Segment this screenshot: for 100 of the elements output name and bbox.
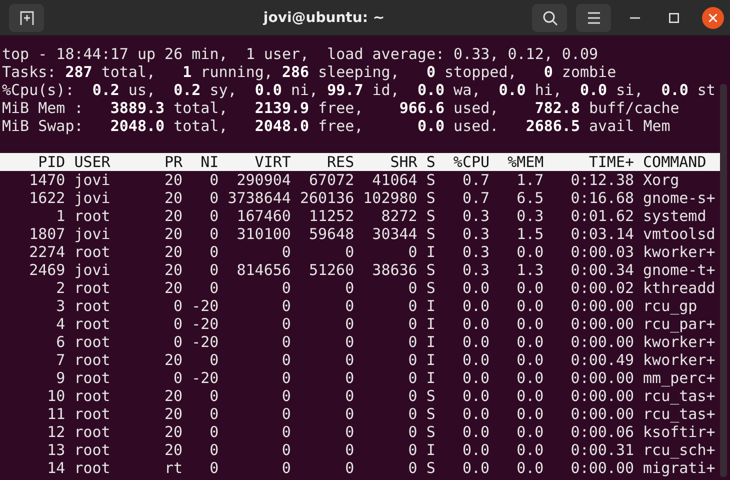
table-cell-text: 0 [344, 279, 354, 297]
new-tab-button[interactable] [9, 4, 44, 32]
table-cell-text: mm_perc+ [642, 369, 716, 387]
table-cell-text: I [425, 369, 436, 387]
table-cell-text: 0.0 [516, 279, 544, 297]
summary-line: top - 18:44:17 up 26 min, 1 user, load average: 0.33, 0.12, 0.09 [2, 45, 600, 63]
column-header: SHR [389, 153, 418, 171]
column-header: COMMAND [642, 153, 708, 171]
table-cell-text: S [425, 261, 436, 279]
table-cell-text: migrati+ [642, 459, 716, 477]
table-cell-text: 0.0 [516, 441, 544, 459]
table-cell-text: 0 [407, 459, 418, 477]
table-cell-text: 0:00.31 [570, 441, 634, 459]
table-cell-text: I [425, 441, 436, 459]
table-cell-text: 1622 [28, 189, 66, 207]
table-cell-text: 20 [164, 387, 183, 405]
table-cell-text: kworker+ [642, 333, 716, 351]
table-cell-text: 0.7 [461, 189, 490, 207]
table-cell-text: 0:00.34 [570, 261, 634, 279]
table-cell-text: 30344 [371, 225, 418, 243]
table-cell-text: 0.0 [461, 441, 490, 459]
table-cell-text: 1.3 [516, 261, 544, 279]
table-cell-text: 0 [280, 351, 291, 369]
table-cell-text: I [425, 351, 436, 369]
table-cell-text: rt [164, 459, 183, 477]
table-cell-text: 0:16.68 [570, 189, 634, 207]
table-cell-text: 8272 [380, 207, 418, 225]
table-cell-text: 0 [407, 333, 418, 351]
table-cell-text: 13 [46, 441, 66, 459]
table-cell-text: 1 [55, 207, 66, 225]
scrollbar[interactable] [720, 84, 727, 477]
table-cell-text: 0 [208, 279, 219, 297]
table-cell-text: 0 [407, 279, 418, 297]
column-header: NI [200, 153, 219, 171]
close-button[interactable] [702, 6, 724, 28]
table-cell-text: 0 [407, 351, 418, 369]
table-cell-text: 0.0 [516, 369, 544, 387]
table-cell-text: 290904 [236, 171, 291, 189]
table-cell-text: 0.0 [516, 333, 544, 351]
table-cell-text: 0:00.00 [570, 315, 634, 333]
search-icon [542, 10, 558, 26]
table-cell-text: 0.0 [461, 279, 490, 297]
table-cell-text: 0 [344, 297, 354, 315]
table-cell-text: 0.0 [461, 315, 490, 333]
table-cell-text: 4 [55, 315, 66, 333]
table-cell-text: 2469 [28, 261, 66, 279]
table-cell-text: 0 [344, 243, 354, 261]
table-cell-text: 0.0 [516, 351, 544, 369]
table-cell-text: root [73, 297, 112, 315]
column-header: TIME+ [588, 153, 634, 171]
table-cell-text: 0.0 [516, 423, 544, 441]
table-cell-text: 0 [208, 189, 219, 207]
table-cell-text: 0.0 [461, 297, 490, 315]
column-header: RES [326, 153, 354, 171]
table-cell-text: 0.3 [461, 207, 490, 225]
table-cell-text: S [425, 405, 436, 423]
table-cell-text: 0 [407, 441, 418, 459]
table-cell-text: S [425, 387, 436, 405]
table-cell-text: 0 [172, 297, 183, 315]
table-cell-text: I [425, 315, 436, 333]
table-cell-text: root [73, 351, 112, 369]
table-cell-text: 20 [164, 261, 183, 279]
table-cell-text: 3 [55, 297, 66, 315]
table-cell-text: 20 [164, 207, 183, 225]
table-cell-text: 0 [280, 387, 291, 405]
table-cell-text: root [73, 315, 112, 333]
table-cell-text: S [425, 459, 436, 477]
table-cell-text: 2 [55, 279, 66, 297]
table-cell-text: 0:00.00 [570, 405, 634, 423]
table-cell-text: 0 [208, 441, 219, 459]
table-cell-text: 0 [280, 333, 291, 351]
table-cell-text: 0 [208, 387, 219, 405]
table-cell-text: -20 [190, 369, 219, 387]
table-cell-text: -20 [190, 315, 219, 333]
table-cell-text: 0 [280, 369, 291, 387]
table-cell-text: 20 [164, 405, 183, 423]
table-cell-text: 0:03.14 [570, 225, 634, 243]
maximize-icon [669, 12, 679, 22]
table-cell-text: 0 [344, 459, 354, 477]
table-cell-text: 0.3 [461, 243, 490, 261]
table-cell-text: 20 [164, 243, 183, 261]
column-header: PR [164, 153, 183, 171]
table-cell-text: 0:00.00 [570, 369, 634, 387]
table-cell-text: 0.0 [516, 459, 544, 477]
search-button[interactable] [532, 4, 567, 32]
menu-button[interactable] [576, 4, 611, 32]
table-cell-text: 41064 [371, 171, 418, 189]
table-cell-text: 0 [208, 171, 219, 189]
table-cell-text: 0 [280, 423, 291, 441]
table-cell-text: 0:12.38 [570, 171, 634, 189]
table-cell-text: 0 [280, 279, 291, 297]
table-cell-text: 0.0 [516, 297, 544, 315]
table-cell-text: 20 [164, 171, 183, 189]
table-cell-text: S [425, 279, 436, 297]
table-cell-text: 0 [280, 297, 291, 315]
table-cell-text: 167460 [236, 207, 291, 225]
table-cell-text: kworker+ [642, 243, 716, 261]
table-cell-text: 0 [208, 225, 219, 243]
table-cell-text: 0.0 [461, 387, 490, 405]
table-cell-text: 0.0 [516, 387, 544, 405]
